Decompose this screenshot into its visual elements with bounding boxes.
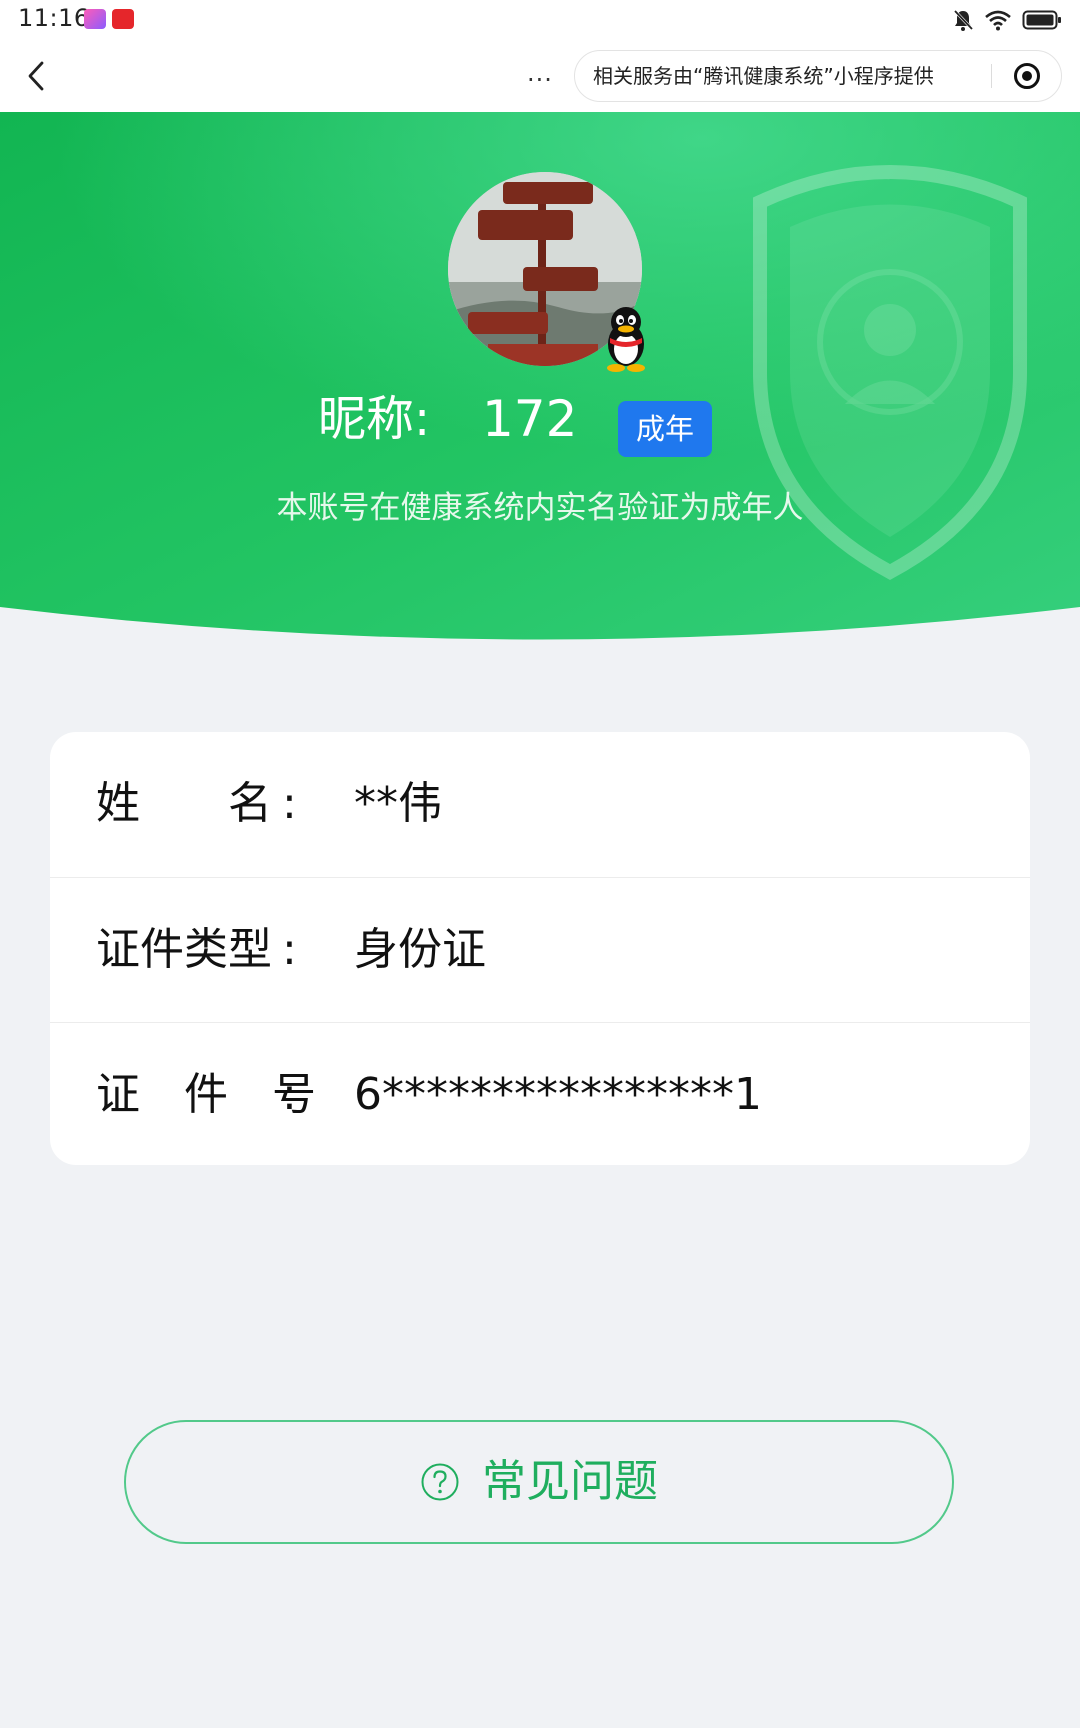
capsule-divider <box>991 64 992 88</box>
nickname-value: 172 <box>482 390 578 448</box>
wifi-icon <box>985 10 1011 31</box>
name-value: **伟 <box>354 778 442 829</box>
status-icons <box>952 7 1062 33</box>
name-label: 姓 名 <box>96 778 272 829</box>
mute-icon <box>953 9 974 31</box>
nickname-label: 昵称: <box>318 391 431 447</box>
identity-info-card: 姓 名 : **伟 证件类型 : 身份证 证 件 号 : 6**********… <box>50 732 1030 1165</box>
battery-icon <box>1022 10 1061 30</box>
name-row: 姓 名 : **伟 <box>50 732 1030 876</box>
back-button[interactable] <box>14 54 58 98</box>
more-button[interactable]: ... <box>522 58 558 94</box>
id-number-label: 证 件 号 <box>96 1069 316 1120</box>
provider-text: 相关服务由“腾讯健康系统”小程序提供 <box>593 64 934 88</box>
status-time: 11:16 <box>18 4 90 32</box>
id-number-value: 6****************1 <box>354 1069 762 1120</box>
name-colon: : <box>282 778 297 829</box>
chevron-left-icon <box>28 61 44 91</box>
nickname-row: 昵称: 172 <box>0 384 1080 454</box>
faq-button[interactable]: 常见问题 <box>124 1420 954 1544</box>
id-type-colon: : <box>282 924 297 975</box>
adult-badge: 成年 <box>618 401 712 457</box>
id-type-value: 身份证 <box>354 924 486 975</box>
verification-text: 本账号在健康系统内实名验证为成年人 <box>276 490 804 526</box>
app-icon-2 <box>112 9 134 29</box>
status-bar: 11:16 <box>0 0 1080 40</box>
question-circle-icon <box>421 1463 459 1501</box>
profile-header: 昵称: 172 成年 本账号在健康系统内实名验证为成年人 <box>0 112 1080 672</box>
title-bar: ... 相关服务由“腾讯健康系统”小程序提供 <box>0 40 1080 112</box>
id-type-row: 证件类型 : 身份证 <box>50 877 1030 1022</box>
id-type-label: 证件类型 <box>96 924 272 975</box>
id-number-colon: : <box>282 1069 297 1120</box>
mini-program-capsule[interactable]: 相关服务由“腾讯健康系统”小程序提供 <box>574 50 1062 102</box>
faq-label: 常见问题 <box>482 1456 658 1507</box>
shield-watermark-icon <box>753 165 1027 580</box>
faq-button-content: 常见问题 <box>126 1422 952 1542</box>
id-number-row: 证 件 号 : 6****************1 <box>50 1022 1030 1165</box>
app-icon-1 <box>84 9 106 29</box>
close-target-icon[interactable] <box>1013 62 1041 90</box>
qq-penguin-icon <box>607 307 645 372</box>
